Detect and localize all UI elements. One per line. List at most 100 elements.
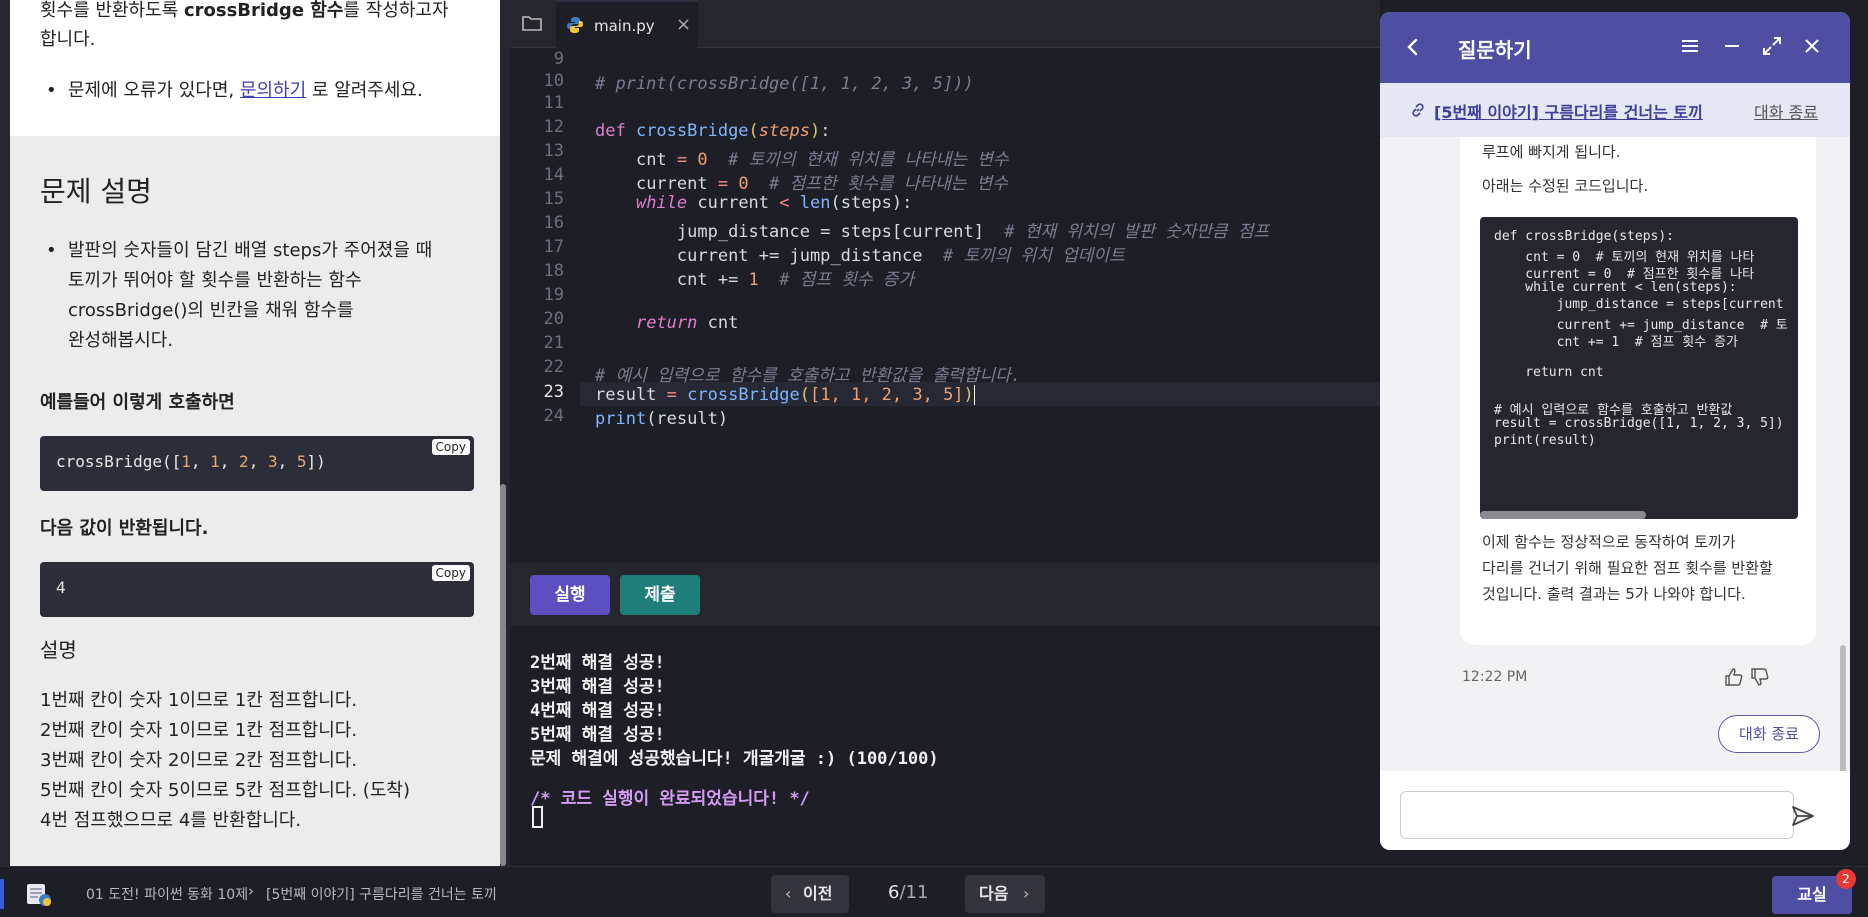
message-text: 다리를 건너기 위해 필요한 점프 횟수를 반환할	[1482, 559, 1773, 577]
code-line-15[interactable]: while current < len(steps):	[595, 193, 912, 213]
code-line-20[interactable]: return cnt	[595, 313, 738, 333]
expand-icon[interactable]	[1760, 34, 1784, 58]
submit-button[interactable]: 제출	[620, 575, 700, 615]
message-text: 것입니다. 출력 결과는 5가 나와야 합니다.	[1482, 585, 1746, 603]
line-number: 16	[543, 213, 564, 233]
problem-intro-text: 횟수를 반환하도록 crossBridge 함수를 작성하고자 합니다.	[40, 0, 449, 50]
editor-tabbar: main.py ×	[510, 0, 1380, 48]
example-heading: 예를들어 이렇게 호출하면	[40, 392, 235, 413]
message-timestamp: 12:22 PM	[1462, 669, 1528, 685]
line-number: 18	[543, 261, 564, 281]
problem-link[interactable]: [5번째 이야기] 구름다리를 건너는 토끼	[1434, 99, 1703, 123]
line-number: 20	[543, 309, 564, 329]
tab-main-py[interactable]: main.py ×	[556, 0, 698, 48]
line-number: 17	[543, 237, 564, 257]
line-number-active: 23	[543, 382, 564, 402]
example-code: crossBridge([1, 1, 2, 3, 5])	[56, 452, 326, 471]
terminal-done-line: /* 코드 실행이 완료되었습니다! */	[530, 789, 810, 809]
code-line-22[interactable]: # 예시 입력으로 함수를 호출하고 반환값을 출력합니다.	[595, 361, 1021, 386]
thumbs-up-icon[interactable]	[1724, 667, 1744, 687]
line-number: 19	[543, 285, 564, 305]
code-line: jump_distance = steps[current	[1494, 297, 1784, 312]
close-icon[interactable]	[1800, 34, 1824, 58]
code-line-10[interactable]: # print(crossBridge([1, 1, 2, 3, 5]))	[595, 74, 974, 94]
breadcrumb-lesson[interactable]: [5번째 이야기] 구름다리를 건너는 토끼	[266, 884, 497, 904]
chevron-left-icon: ‹	[785, 884, 792, 903]
bottom-navigation-bar: 01 도전! 파이썬 동화 10제 › [5번째 이야기] 구름다리를 건너는 …	[0, 866, 1868, 917]
line-number: 14	[543, 165, 564, 185]
chat-title: 질문하기	[1458, 38, 1532, 62]
line-number: 24	[543, 406, 564, 426]
code-line-13[interactable]: cnt = 0 # 토끼의 현재 위치를 나타내는 변수	[595, 145, 1009, 170]
problem-panel: 횟수를 반환하도록 crossBridge 함수를 작성하고자 합니다. 문제에…	[0, 0, 510, 866]
output-terminal[interactable]: 2번째 해결 성공! 3번째 해결 성공! 4번째 해결 성공! 5번째 해결 …	[510, 626, 1380, 866]
thumbs-down-icon[interactable]	[1750, 667, 1770, 687]
message-code-block[interactable]: def crossBridge(steps): cnt = 0 # 토끼의 현재…	[1480, 217, 1798, 519]
problem-description-bullet: 발판의 숫자들이 담긴 배열 steps가 주어졌을 때 토끼가 뛰어야 할 횟…	[46, 236, 432, 356]
run-button[interactable]: 실행	[530, 575, 610, 615]
terminal-line: 5번째 해결 성공!	[530, 725, 665, 745]
minimize-icon[interactable]	[1720, 34, 1744, 58]
code-line-14[interactable]: current = 0 # 점프한 횟수를 나타내는 변수	[595, 169, 1008, 194]
explain-heading: 설명	[40, 638, 77, 662]
chat-messages[interactable]: 루프에 빠지게 됩니다. 아래는 수정된 코드입니다. def crossBri…	[1380, 137, 1850, 771]
chat-input[interactable]	[1400, 791, 1794, 839]
terminal-line: 3번째 해결 성공!	[530, 677, 665, 697]
folder-icon[interactable]	[522, 14, 542, 32]
line-number: 10	[543, 71, 564, 91]
error-report-bullet: 문제에 오류가 있다면, 문의하기 로 알려주세요.	[46, 76, 423, 106]
line-number: 21	[543, 333, 564, 353]
chat-window: 질문하기 [5번째 이야기] 구름다리를 건너는 토끼 대화 종료 루프에 빠지…	[1380, 12, 1850, 850]
run-toolbar: 실행 제출	[510, 563, 1380, 626]
explain-line: 5번째 칸이 숫자 5이므로 5칸 점프합니다. (도착)	[40, 780, 410, 801]
end-chat-button[interactable]: 대화 종료	[1718, 715, 1820, 753]
sidebar-toggle[interactable]	[0, 879, 4, 909]
inquiry-link[interactable]: 문의하기	[240, 80, 306, 101]
explain-line: 4번 점프했으므로 4를 반환합니다.	[40, 810, 302, 831]
terminal-line: 문제 해결에 성공했습니다! 개굴개굴 :) (100/100)	[530, 749, 939, 769]
code-horizontal-scrollbar[interactable]	[1480, 511, 1646, 519]
line-number: 22	[543, 357, 564, 377]
code-line-18[interactable]: cnt += 1 # 점프 횟수 증가	[595, 265, 914, 290]
code-line: return cnt	[1494, 365, 1604, 380]
problem-scrollbar[interactable]	[500, 484, 506, 866]
copy-button[interactable]: Copy	[431, 439, 470, 455]
assistant-message: 루프에 빠지게 됩니다. 아래는 수정된 코드입니다. def crossBri…	[1460, 137, 1816, 645]
chat-scrollbar[interactable]	[1840, 645, 1846, 771]
explain-lines: 1번째 칸이 숫자 1이므로 1칸 점프합니다. 2번째 칸이 숫자 1이므로 …	[40, 686, 410, 836]
course-icon	[27, 884, 51, 906]
menu-icon[interactable]	[1678, 34, 1702, 58]
example-code-block: crossBridge([1, 1, 2, 3, 5]) Copy	[40, 436, 474, 491]
end-conversation-link[interactable]: 대화 종료	[1754, 99, 1818, 123]
code-line-23[interactable]: result = crossBridge([1, 1, 2, 3, 5])	[595, 385, 975, 405]
copy-button[interactable]: Copy	[431, 565, 470, 581]
send-icon[interactable]	[1790, 803, 1816, 829]
code-line: def crossBridge(steps):	[1494, 229, 1675, 244]
close-tab-icon[interactable]: ×	[676, 14, 691, 35]
code-line-16[interactable]: jump_distance = steps[current] # 현재 위치의 …	[595, 217, 1269, 242]
terminal-line: 2번째 해결 성공!	[530, 653, 665, 673]
code-line-12[interactable]: def crossBridge(steps):	[595, 121, 830, 141]
line-number: 12	[543, 117, 564, 137]
code-line: cnt += 1 # 점프 횟수 증가	[1494, 335, 1738, 350]
explain-line: 2번째 칸이 숫자 1이므로 1칸 점프합니다.	[40, 720, 358, 741]
chevron-right-icon: ›	[1023, 884, 1030, 903]
previous-button[interactable]: ‹ 이전	[771, 875, 849, 913]
return-value: 4	[56, 578, 66, 597]
back-icon[interactable]	[1400, 34, 1426, 60]
chat-panel-area: 질문하기 [5번째 이야기] 구름다리를 건너는 토끼 대화 종료 루프에 빠지…	[1380, 0, 1868, 866]
message-text: 아래는 수정된 코드입니다.	[1482, 177, 1649, 195]
terminal-cursor	[532, 806, 543, 828]
code-line: result = crossBridge([1, 1, 2, 3, 5])	[1494, 416, 1784, 431]
code-line-24[interactable]: print(result)	[595, 409, 728, 429]
terminal-line: 4번째 해결 성공!	[530, 701, 665, 721]
link-icon	[1412, 103, 1424, 117]
notification-badge: 2	[1836, 869, 1856, 889]
code-line-17[interactable]: current += jump_distance # 토끼의 위치 업데이트	[595, 241, 1125, 266]
code-editor: main.py × 9 10 11 12 13 14 15 16 17 18 1…	[510, 0, 1380, 563]
line-number: 15	[543, 189, 564, 209]
breadcrumb-separator: ›	[248, 882, 254, 900]
chat-header: 질문하기	[1380, 12, 1850, 83]
breadcrumb-course[interactable]: 01 도전! 파이썬 동화 10제	[86, 884, 248, 904]
next-button[interactable]: 다음 ›	[965, 875, 1045, 913]
